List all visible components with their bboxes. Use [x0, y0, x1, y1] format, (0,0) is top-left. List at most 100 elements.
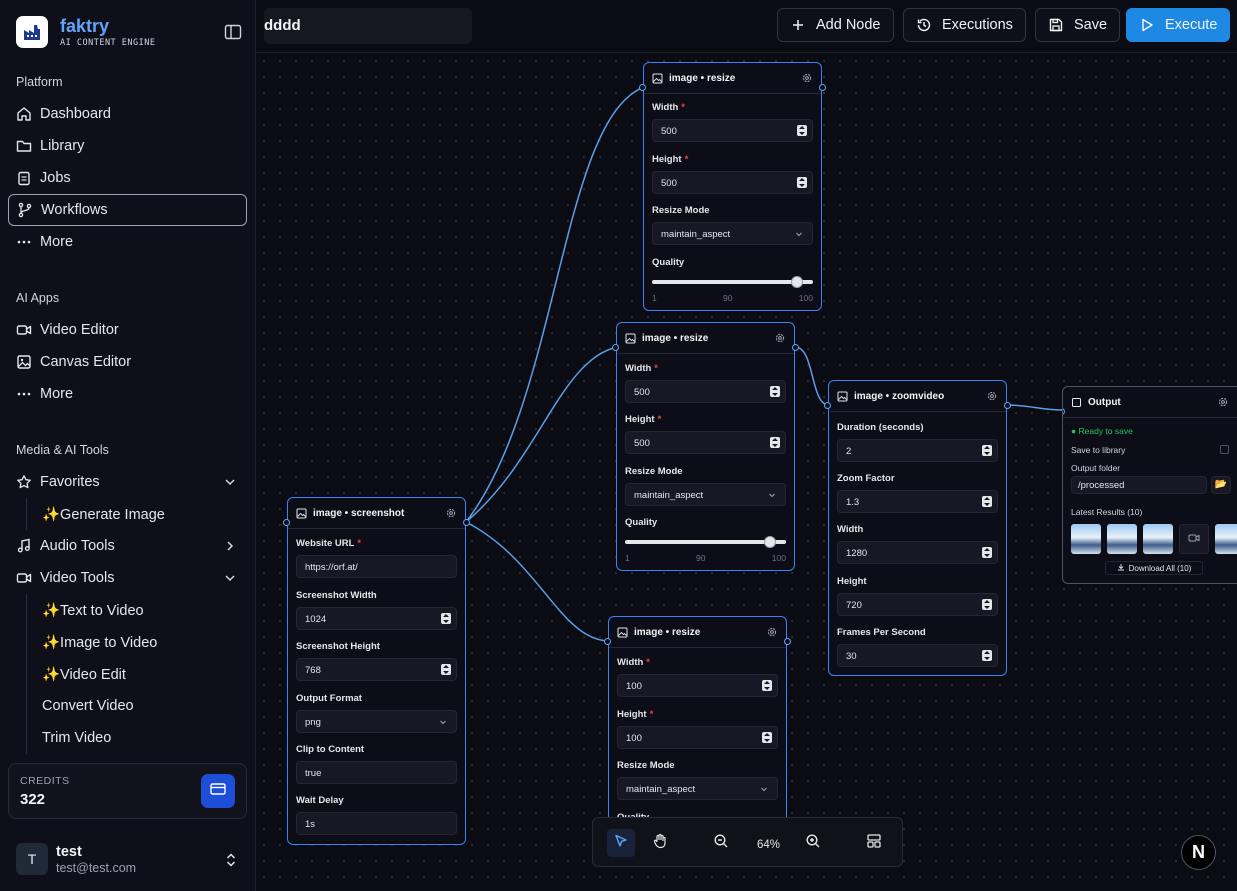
stepper-icon[interactable] — [982, 650, 992, 661]
zoom-out-button[interactable] — [707, 829, 735, 857]
node-header[interactable]: image • resize — [609, 617, 786, 648]
sidebar-item-more-apps[interactable]: More — [8, 378, 247, 410]
sidebar-subitem-generate-image[interactable]: ✨Generate Image — [26, 498, 247, 530]
output-folder-input[interactable]: /processed — [1071, 476, 1207, 494]
stepper-icon[interactable] — [982, 496, 992, 507]
fps-input[interactable]: 30 — [837, 644, 998, 667]
node-resize-2[interactable]: image • resize Width * 500 Height * 500 Re… — [612, 322, 799, 571]
stepper-icon[interactable] — [441, 613, 451, 624]
quality-slider[interactable] — [625, 536, 786, 548]
credits-button[interactable] — [201, 774, 235, 808]
node-screenshot[interactable]: image • screenshot Website URL * https://… — [283, 497, 470, 845]
input-port[interactable] — [639, 84, 646, 91]
width-input[interactable]: 500 — [652, 119, 813, 142]
sidebar-item-video-editor[interactable]: Video Editor — [8, 314, 247, 346]
sidebar-subitem-text-to-video[interactable]: ✨Text to Video — [26, 594, 247, 626]
gear-icon[interactable] — [986, 390, 998, 402]
website-url-input[interactable]: https://orf.at/ — [296, 555, 457, 578]
sidebar-item-audio-tools[interactable]: Audio Tools — [8, 530, 247, 562]
slider-knob[interactable] — [763, 536, 776, 548]
pan-tool-button[interactable] — [646, 829, 674, 857]
result-thumbnail[interactable] — [1143, 524, 1173, 554]
result-thumbnail[interactable] — [1107, 524, 1137, 554]
input-port[interactable] — [283, 519, 290, 526]
stepper-icon[interactable] — [762, 732, 772, 743]
stepper-icon[interactable] — [982, 445, 992, 456]
sidebar-item-workflows[interactable]: Workflows — [8, 194, 247, 226]
height-input[interactable]: 720 — [837, 593, 998, 616]
stepper-icon[interactable] — [982, 547, 992, 558]
output-port[interactable] — [463, 519, 470, 526]
stepper-icon[interactable] — [770, 437, 780, 448]
node-zoomvideo[interactable]: image • zoomvideo Duration (seconds) 2 Z… — [824, 380, 1011, 676]
node-output[interactable]: Output ● Ready to save Save to library O… — [1062, 386, 1237, 584]
download-all-button[interactable]: Download All (10) — [1105, 561, 1203, 575]
node-resize-1[interactable]: image • resize Width * 500 Height * 500 Re… — [639, 62, 826, 311]
node-header[interactable]: image • resize — [644, 63, 821, 94]
input-port[interactable] — [612, 344, 619, 351]
screenshot-height-input[interactable]: 768 — [296, 658, 457, 681]
sidebar-subitem-video-edit[interactable]: ✨Video Edit — [26, 658, 247, 690]
slider-knob[interactable] — [790, 276, 803, 288]
gear-icon[interactable] — [1217, 396, 1229, 408]
height-input[interactable]: 100 — [617, 726, 778, 749]
height-input[interactable]: 500 — [625, 431, 786, 454]
stepper-icon[interactable] — [982, 599, 992, 610]
output-format-select[interactable]: png — [296, 710, 457, 733]
sidebar-item-library[interactable]: Library — [8, 130, 247, 162]
sidebar-item-canvas-editor[interactable]: Canvas Editor — [8, 346, 247, 378]
sidebar-toggle-icon[interactable] — [224, 24, 242, 40]
user-menu[interactable]: T test test@test.com — [16, 843, 136, 875]
add-node-button[interactable]: Add Node — [777, 8, 894, 42]
input-port[interactable] — [604, 638, 611, 645]
gear-icon[interactable] — [801, 72, 813, 84]
node-header[interactable]: Output — [1063, 387, 1237, 418]
save-library-checkbox[interactable] — [1220, 445, 1229, 454]
zoom-in-button[interactable] — [799, 829, 827, 857]
stepper-icon[interactable] — [770, 386, 780, 397]
output-port[interactable] — [792, 344, 799, 351]
output-port[interactable] — [819, 84, 826, 91]
input-port[interactable] — [824, 402, 831, 409]
screenshot-width-input[interactable]: 1024 — [296, 607, 457, 630]
stepper-icon[interactable] — [797, 177, 807, 188]
chevron-down-icon[interactable] — [223, 475, 237, 489]
width-input[interactable]: 500 — [625, 380, 786, 403]
save-button[interactable]: Save — [1035, 8, 1121, 42]
quality-slider[interactable] — [652, 276, 813, 288]
resize-mode-select[interactable]: maintain_aspect — [625, 483, 786, 506]
node-header[interactable]: image • zoomvideo — [829, 381, 1006, 412]
width-input[interactable]: 100 — [617, 674, 778, 697]
execute-button[interactable]: Execute — [1126, 8, 1231, 42]
output-port[interactable] — [784, 638, 791, 645]
chevrons-up-down-icon[interactable] — [224, 852, 238, 868]
duration-input[interactable]: 2 — [837, 439, 998, 462]
sidebar-item-jobs[interactable]: Jobs — [8, 162, 247, 194]
select-tool-button[interactable] — [607, 829, 635, 857]
sidebar-item-dashboard[interactable]: Dashboard — [8, 98, 247, 130]
sidebar-subitem-trim-video[interactable]: Trim Video — [26, 722, 247, 754]
chevron-right-icon[interactable] — [223, 539, 237, 553]
executions-button[interactable]: Executions — [903, 8, 1026, 42]
brand[interactable]: faktry AI CONTENT ENGINE — [16, 16, 156, 48]
folder-icon[interactable]: 📂 — [1211, 476, 1231, 494]
node-header[interactable]: image • resize — [617, 323, 794, 354]
video-result-thumbnail[interactable] — [1179, 524, 1209, 554]
stepper-icon[interactable] — [797, 125, 807, 136]
chevron-down-icon[interactable] — [223, 571, 237, 585]
clip-to-content-input[interactable]: true — [296, 761, 457, 784]
gear-icon[interactable] — [445, 507, 457, 519]
node-header[interactable]: image • screenshot — [288, 498, 465, 529]
stepper-icon[interactable] — [762, 680, 772, 691]
zoom-factor-input[interactable]: 1.3 — [837, 490, 998, 513]
sidebar-item-more-platform[interactable]: More — [8, 226, 247, 258]
next-badge[interactable]: N — [1181, 835, 1216, 870]
resize-mode-select[interactable]: maintain_aspect — [652, 222, 813, 245]
wait-delay-input[interactable]: 1s — [296, 812, 457, 835]
height-input[interactable]: 500 — [652, 171, 813, 194]
stepper-icon[interactable] — [441, 664, 451, 675]
layout-button[interactable] — [860, 829, 888, 857]
output-port[interactable] — [1004, 402, 1011, 409]
result-thumbnail[interactable] — [1215, 524, 1237, 554]
sidebar-subitem-image-to-video[interactable]: ✨Image to Video — [26, 626, 247, 658]
